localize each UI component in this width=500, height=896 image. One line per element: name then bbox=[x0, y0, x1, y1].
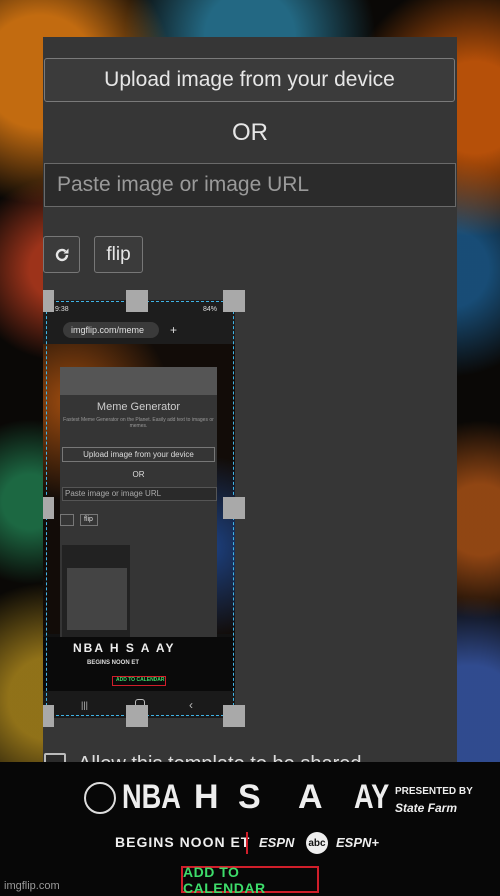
preview-url-text: imgflip.com/meme bbox=[71, 325, 145, 335]
espn-plus-logo: ESPN+ bbox=[336, 835, 379, 850]
ad-begins: BEGINS NOON ET bbox=[115, 834, 251, 850]
ad-letter-2: H bbox=[194, 778, 219, 816]
upload-image-label: Upload image from your device bbox=[104, 68, 395, 91]
preview-new-tab-icon: + bbox=[170, 323, 178, 337]
espn-logo: ESPN bbox=[259, 835, 295, 850]
add-to-calendar-button[interactable]: ADD TO CALENDAR bbox=[181, 863, 319, 896]
resize-handle-top-right[interactable] bbox=[223, 290, 245, 312]
resize-handle-bottom[interactable] bbox=[126, 705, 148, 727]
resize-handle-top-left[interactable] bbox=[43, 290, 54, 312]
preview-ad-begins: BEGINS NOON ET bbox=[87, 660, 140, 666]
upload-image-button[interactable]: Upload image from your device bbox=[44, 58, 455, 102]
ad-sponsor: State Farm bbox=[395, 801, 458, 815]
preview-header-bar bbox=[60, 367, 217, 395]
preview-title: Meme Generator bbox=[96, 401, 181, 413]
ad-divider bbox=[246, 832, 248, 854]
abc-logo-label: abc bbox=[308, 837, 326, 849]
preview-or: OR bbox=[132, 470, 145, 479]
resize-handle-right[interactable] bbox=[223, 497, 245, 519]
rotate-button[interactable] bbox=[43, 236, 80, 273]
ad-banner[interactable]: NBA H S A AY PRESENTED BY State Farm BEG… bbox=[0, 762, 500, 896]
rotate-icon bbox=[55, 248, 68, 261]
nba-logo-icon bbox=[84, 782, 116, 814]
preview-rotate-button bbox=[60, 514, 74, 526]
preview-status-time: 9:38 bbox=[55, 306, 69, 313]
preview-back-icon: ‹ bbox=[189, 698, 193, 712]
or-separator: OR bbox=[232, 119, 268, 146]
preview-ad-cta: ADD TO CALENDAR bbox=[116, 677, 165, 683]
ad-letter-4: A bbox=[298, 778, 323, 816]
preview-recents-icon: ||| bbox=[81, 700, 89, 710]
resize-handle-bottom-right[interactable] bbox=[223, 705, 245, 727]
resize-handle-bottom-left[interactable] bbox=[43, 705, 54, 727]
preview-upload-label: Upload image from your device bbox=[83, 450, 194, 459]
resize-handle-left[interactable] bbox=[43, 497, 54, 519]
preview-battery: 84% bbox=[203, 306, 218, 313]
imgflip-watermark: imgflip.com bbox=[4, 880, 60, 892]
ad-letter-1: NBA bbox=[122, 778, 181, 816]
preview-subtitle: Fastest Meme Generator on the Planet. Ea… bbox=[63, 417, 214, 429]
preview-url-placeholder: Paste image or image URL bbox=[65, 489, 162, 498]
flip-button[interactable]: flip bbox=[94, 236, 143, 273]
resize-handle-top[interactable] bbox=[126, 290, 148, 312]
ad-presented-by: PRESENTED BY bbox=[395, 786, 473, 797]
preview-ad-letters: NBA H S A AY bbox=[73, 641, 176, 655]
abc-logo: abc bbox=[306, 832, 328, 854]
add-to-calendar-label: ADD TO CALENDAR bbox=[183, 863, 266, 896]
ad-letter-3: S bbox=[238, 778, 261, 816]
preview-nested-panel bbox=[67, 568, 127, 630]
image-url-input[interactable] bbox=[44, 163, 456, 207]
ad-letter-5: AY bbox=[354, 778, 390, 816]
preview-flip-label: flip bbox=[84, 516, 93, 523]
image-preview[interactable]: 9:38 84% imgflip.com/meme + Meme Generat… bbox=[43, 300, 235, 718]
flip-label: flip bbox=[106, 243, 131, 265]
